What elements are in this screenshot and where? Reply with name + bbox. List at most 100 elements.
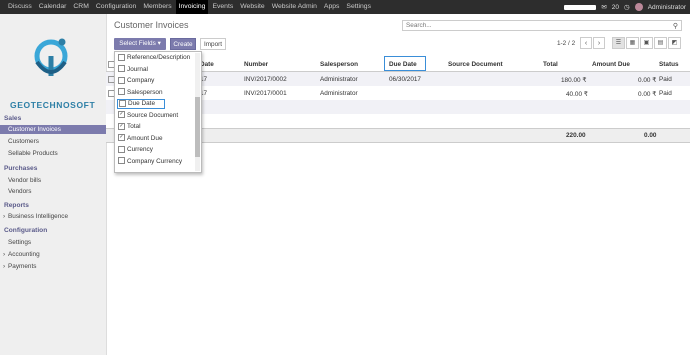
dropdown-scrollbar[interactable]	[195, 53, 200, 171]
checkbox-checked-icon[interactable]: ✓	[118, 111, 125, 119]
menu-discuss[interactable]: Discuss	[8, 0, 32, 14]
dropdown-item-label: Source Document	[127, 111, 179, 119]
dropdown-item[interactable]: ✓ Source Document	[118, 111, 178, 121]
dropdown-item[interactable]: Company	[118, 76, 154, 86]
cell-status: Paid	[659, 90, 672, 97]
sidebar-item-customer-invoices[interactable]: Customer Invoices	[0, 125, 106, 134]
pager-next-button[interactable]: ›	[593, 37, 605, 49]
footer-amount-due: 0.00	[644, 132, 657, 139]
menu-events[interactable]: Events	[212, 0, 233, 14]
due-date-highlight	[384, 56, 426, 71]
footer-total: 220.00	[566, 132, 586, 139]
dropdown-item[interactable]: Reference/Description	[118, 53, 190, 63]
user-name[interactable]: Administrator	[648, 4, 686, 11]
sidebar-item-sellable-products[interactable]: Sellable Products	[8, 150, 58, 157]
graph-view-icon[interactable]: ◩	[668, 37, 681, 49]
logo-text: GEOTECHNOSOFT	[10, 100, 96, 110]
dropdown-item[interactable]: Due Date	[117, 99, 165, 109]
caret-right-icon: ›	[3, 213, 6, 220]
pager-prev-button[interactable]: ‹	[580, 37, 592, 49]
search-input[interactable]: Search... ⚲	[402, 20, 682, 31]
col-status[interactable]: Status	[659, 61, 679, 68]
select-fields-button[interactable]: Select Fields ▾	[114, 38, 166, 50]
dropdown-item-label: Total	[127, 123, 141, 130]
list-view-icon[interactable]: ☰	[612, 37, 625, 49]
cell-number: INV/2017/0002	[244, 76, 287, 83]
col-salesperson[interactable]: Salesperson	[320, 61, 358, 68]
clock-icon[interactable]: ◷	[624, 3, 630, 11]
page-title: Customer Invoices	[114, 20, 189, 30]
dropdown-item[interactable]: Currency	[118, 145, 153, 155]
avatar[interactable]	[634, 3, 643, 11]
menu-invoicing[interactable]: Invoicing	[175, 0, 209, 14]
cell-salesperson: Administrator	[320, 90, 358, 97]
cell-total: 40.00 ₹	[566, 91, 588, 98]
cell-amount-due: 0.00 ₹	[638, 77, 657, 84]
cell-total: 180.00 ₹	[561, 77, 587, 84]
col-source-document[interactable]: Source Document	[448, 61, 503, 68]
checkbox-icon[interactable]	[118, 53, 125, 61]
checkbox-checked-icon[interactable]: ✓	[118, 122, 125, 130]
sidebar-item-customers[interactable]: Customers	[8, 138, 39, 145]
checkbox-icon[interactable]	[118, 88, 125, 96]
chat-icon[interactable]: ✉	[601, 3, 606, 11]
top-menu: Discuss Calendar CRM Configuration Membe…	[8, 0, 378, 14]
checkbox-icon[interactable]	[119, 100, 126, 107]
import-button[interactable]: Import	[200, 38, 226, 50]
sidebar-item-vendors[interactable]: Vendors	[8, 188, 31, 195]
dropdown-item[interactable]: Salesperson	[118, 88, 163, 98]
sidebar-item-business-intelligence[interactable]: › Business Intelligence	[3, 213, 68, 220]
dropdown-item[interactable]: ✓ Amount Due	[118, 134, 163, 144]
pager-value: 1-2 / 2	[557, 40, 576, 47]
sidebar-item-payments[interactable]: › Payments	[3, 263, 36, 270]
menu-configuration[interactable]: Configuration	[96, 0, 136, 14]
sidebar-item-vendor-bills[interactable]: Vendor bills	[8, 177, 41, 184]
pivot-view-icon[interactable]: ▤	[654, 37, 667, 49]
menu-crm[interactable]: CRM	[73, 0, 88, 14]
menu-website-admin[interactable]: Website Admin	[272, 0, 317, 14]
cell-number: INV/2017/0001	[244, 90, 287, 97]
topbar-search-field[interactable]	[564, 4, 597, 10]
topbar-right: ✉ 20 ◷ Administrator	[564, 0, 686, 14]
search-placeholder: Search...	[406, 22, 432, 29]
search-icon[interactable]: ⚲	[673, 22, 678, 32]
dropdown-item-label: Reference/Description	[127, 54, 191, 61]
dropdown-item-label: Journal	[127, 65, 148, 73]
scrollbar-thumb[interactable]	[195, 97, 200, 157]
col-date[interactable]: Date	[200, 61, 214, 68]
sidebar-section-configuration: Configuration	[4, 227, 48, 234]
cell-status: Paid	[659, 76, 672, 83]
dropdown-item-label: Company	[127, 77, 155, 84]
select-fields-dropdown: Reference/Description Journal Company Sales…	[114, 51, 202, 173]
menu-calendar[interactable]: Calendar	[39, 0, 67, 14]
dropdown-item[interactable]: Company Currency	[118, 157, 182, 167]
menu-settings[interactable]: Settings	[346, 0, 371, 14]
calendar-view-icon[interactable]: ▣	[640, 37, 653, 49]
sidebar: GEOTECHNOSOFT Sales Customer Invoices Cu…	[0, 14, 107, 355]
kanban-view-icon[interactable]: ▦	[626, 37, 639, 49]
dropdown-item-label: Due Date	[128, 100, 155, 108]
sidebar-section-purchases: Purchases	[4, 165, 38, 172]
col-number[interactable]: Number	[244, 61, 268, 68]
checkbox-icon[interactable]	[118, 157, 125, 165]
col-total[interactable]: Total	[543, 61, 558, 68]
checkbox-icon[interactable]	[118, 76, 125, 84]
sidebar-item-accounting[interactable]: › Accounting	[3, 251, 40, 258]
cell-amount-due: 0.00 ₹	[638, 91, 657, 98]
sidebar-section-sales: Sales	[4, 115, 22, 122]
dropdown-item[interactable]: Journal	[118, 65, 148, 75]
menu-members[interactable]: Members	[143, 0, 171, 14]
cell-due-date: 06/30/2017	[389, 76, 421, 83]
create-button[interactable]: Create	[170, 38, 196, 50]
checkbox-checked-icon[interactable]: ✓	[118, 134, 125, 142]
dropdown-item[interactable]: ✓ Total	[118, 122, 141, 132]
caret-right-icon: ›	[3, 263, 6, 270]
menu-apps[interactable]: Apps	[324, 0, 340, 14]
checkbox-icon[interactable]	[118, 65, 125, 73]
col-amount-due[interactable]: Amount Due	[592, 61, 630, 68]
checkbox-icon[interactable]	[118, 145, 125, 153]
menu-website[interactable]: Website	[240, 0, 264, 14]
sidebar-item-settings[interactable]: Settings	[8, 239, 31, 246]
caret-right-icon: ›	[3, 251, 6, 258]
notification-count[interactable]: 20	[612, 4, 619, 11]
